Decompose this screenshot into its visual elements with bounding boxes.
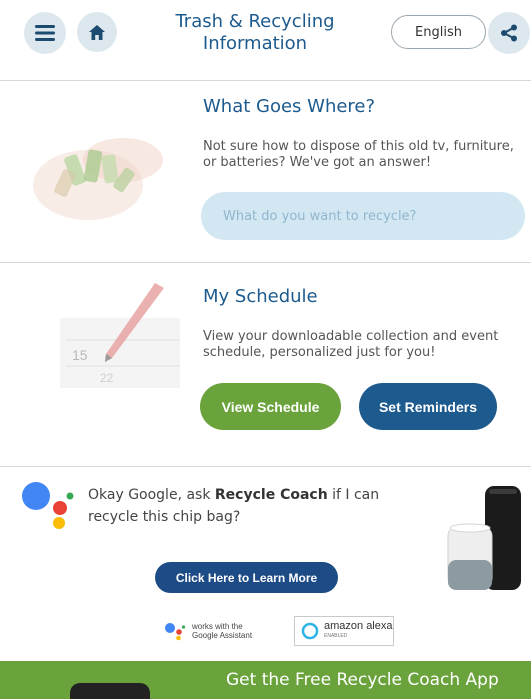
- assistant-prompt: Okay Google, ask Recycle Coach if I can …: [88, 487, 380, 525]
- alexa-ring-icon: [301, 622, 319, 640]
- app-header: Trash & Recycling Information English: [0, 0, 531, 80]
- share-icon: [501, 24, 517, 42]
- google-assistant-small-icon: [165, 623, 186, 641]
- svg-text:15: 15: [72, 347, 88, 363]
- google-assistant-badge[interactable]: works with the Google Assistant: [164, 618, 282, 644]
- my-schedule-title: My Schedule: [203, 286, 318, 307]
- google-assistant-icon: [22, 482, 74, 529]
- set-reminders-button[interactable]: Set Reminders: [359, 383, 497, 430]
- view-schedule-button[interactable]: View Schedule: [200, 383, 341, 430]
- share-button[interactable]: [488, 12, 530, 54]
- language-selector[interactable]: English: [391, 15, 486, 49]
- hamburger-menu-icon: [35, 25, 55, 41]
- svg-text:22: 22: [100, 371, 114, 385]
- header-divider: [0, 80, 531, 81]
- menu-button[interactable]: [24, 12, 66, 54]
- calendar-pen-image: 15 22: [60, 283, 180, 388]
- what-goes-where-description: Not sure how to dispose of this old tv, …: [203, 139, 514, 170]
- section-divider: [0, 262, 531, 263]
- home-button[interactable]: [77, 12, 117, 52]
- recycle-search-input[interactable]: [201, 192, 525, 240]
- smart-speakers-image: [447, 486, 521, 590]
- what-goes-where-title: What Goes Where?: [203, 96, 376, 117]
- hands-batteries-image: [33, 138, 163, 220]
- app-promo-text[interactable]: Get the Free Recycle Coach App: [226, 670, 499, 690]
- section-divider: [0, 466, 531, 467]
- amazon-alexa-badge[interactable]: amazon alexa ENABLED: [294, 616, 394, 646]
- page-title: Trash & Recycling Information: [175, 11, 335, 54]
- my-schedule-description: View your downloadable collection and ev…: [203, 329, 499, 360]
- home-icon: [89, 24, 105, 40]
- learn-more-button[interactable]: Click Here to Learn More: [155, 562, 338, 593]
- phone-image: [70, 683, 150, 699]
